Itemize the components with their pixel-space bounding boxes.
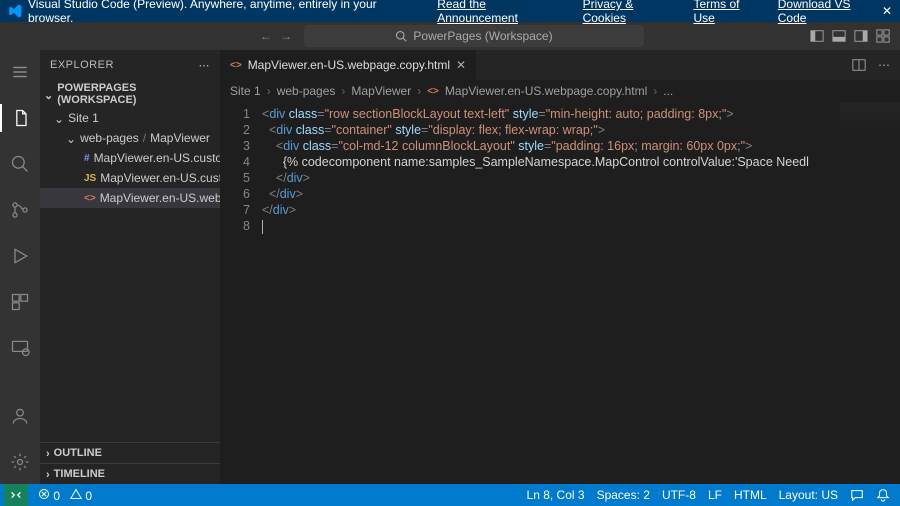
- workspace-section-header[interactable]: ⌄ POWERPAGES (WORKSPACE): [40, 80, 220, 108]
- bell-icon[interactable]: [876, 488, 890, 502]
- nav-forward-icon[interactable]: →: [280, 29, 292, 43]
- banner-message: Visual Studio Code (Preview). Anywhere, …: [28, 0, 423, 25]
- tree-folder-webpages[interactable]: ⌄ web-pages/MapViewer: [40, 128, 220, 148]
- tab-filename: MapViewer.en-US.webpage.copy.html: [248, 58, 450, 72]
- chevron-right-icon: ›: [46, 469, 50, 481]
- editor-area: <> MapViewer.en-US.webpage.copy.html ✕ ⋯…: [220, 50, 900, 484]
- feedback-icon[interactable]: [850, 488, 864, 502]
- status-spaces[interactable]: Spaces: 2: [597, 488, 650, 502]
- file-tree: ⌄ Site 1 ⌄ web-pages/MapViewer # MapView…: [40, 108, 220, 442]
- vscode-logo-icon: [8, 4, 22, 18]
- menu-icon[interactable]: [0, 58, 40, 86]
- status-eol[interactable]: LF: [708, 488, 722, 502]
- outline-section-header[interactable]: › OUTLINE: [40, 442, 220, 463]
- search-activity-icon[interactable]: [0, 150, 40, 178]
- split-editor-icon[interactable]: [852, 58, 866, 72]
- status-layout[interactable]: Layout: US: [779, 488, 838, 502]
- remote-indicator-icon[interactable]: [4, 484, 28, 506]
- tab-close-icon[interactable]: ✕: [456, 58, 466, 72]
- timeline-section-header[interactable]: › TIMELINE: [40, 463, 220, 484]
- tab-bar: <> MapViewer.en-US.webpage.copy.html ✕ ⋯: [220, 50, 900, 80]
- customize-layout-icon[interactable]: [876, 29, 890, 43]
- code-content[interactable]: <div class="row sectionBlockLayout text-…: [258, 102, 809, 484]
- chevron-down-icon: ⌄: [54, 112, 64, 126]
- banner-link-privacy[interactable]: Privacy & Cookies: [583, 0, 680, 25]
- tree-folder-site[interactable]: ⌄ Site 1: [40, 108, 220, 128]
- status-language[interactable]: HTML: [734, 488, 767, 502]
- html-file-icon: <>: [230, 60, 242, 71]
- banner-close-icon[interactable]: ✕: [882, 4, 892, 18]
- js-file-icon: JS: [84, 173, 96, 184]
- banner-link-announcement[interactable]: Read the Announcement: [437, 0, 568, 25]
- command-center-label: PowerPages (Workspace): [413, 29, 552, 43]
- accounts-icon[interactable]: [0, 402, 40, 430]
- html-file-icon: <>: [84, 193, 96, 204]
- chevron-down-icon: ⌄: [44, 89, 53, 102]
- status-line-col[interactable]: Ln 8, Col 3: [527, 488, 585, 502]
- search-icon: [395, 30, 407, 42]
- chevron-right-icon: ›: [46, 448, 50, 460]
- tab-more-icon[interactable]: ⋯: [878, 58, 890, 72]
- html-file-icon: <>: [427, 86, 439, 97]
- titlebar: ← → PowerPages (Workspace): [0, 22, 900, 50]
- status-errors[interactable]: 0: [38, 488, 60, 503]
- banner-link-terms[interactable]: Terms of Use: [693, 0, 763, 25]
- preview-banner: Visual Studio Code (Preview). Anywhere, …: [0, 0, 900, 22]
- sidebar-more-icon[interactable]: ⋯: [199, 59, 211, 72]
- activity-bar: [0, 50, 40, 484]
- line-number-gutter: 12345678: [220, 102, 258, 484]
- source-control-icon[interactable]: [0, 196, 40, 224]
- status-bar: 0 0 Ln 8, Col 3 Spaces: 2 UTF-8 LF HTML …: [0, 484, 900, 506]
- chevron-down-icon: ⌄: [66, 132, 76, 146]
- nav-back-icon[interactable]: ←: [260, 29, 272, 43]
- tab-active[interactable]: <> MapViewer.en-US.webpage.copy.html ✕: [220, 50, 477, 80]
- sidebar-title: EXPLORER: [50, 59, 114, 71]
- css-file-icon: #: [84, 153, 90, 164]
- breadcrumb[interactable]: Site 1› web-pages› MapViewer› <> MapView…: [220, 80, 900, 102]
- toggle-panel-icon[interactable]: [832, 29, 846, 43]
- command-center[interactable]: PowerPages (Workspace): [304, 25, 644, 47]
- remote-explorer-icon[interactable]: [0, 334, 40, 362]
- run-debug-icon[interactable]: [0, 242, 40, 270]
- minimap[interactable]: [840, 102, 900, 132]
- toggle-primary-sidebar-icon[interactable]: [810, 29, 824, 43]
- explorer-icon[interactable]: [0, 104, 40, 132]
- tree-file-customjs[interactable]: JS MapViewer.en-US.customj...: [40, 168, 220, 188]
- settings-gear-icon[interactable]: [0, 448, 40, 476]
- banner-link-download[interactable]: Download VS Code: [778, 0, 882, 25]
- status-encoding[interactable]: UTF-8: [662, 488, 696, 502]
- toggle-secondary-sidebar-icon[interactable]: [854, 29, 868, 43]
- tree-file-webpage[interactable]: <> MapViewer.en-US.webpag...: [40, 188, 220, 208]
- status-warnings[interactable]: 0: [70, 488, 92, 503]
- code-editor[interactable]: 12345678 <div class="row sectionBlockLay…: [220, 102, 900, 484]
- explorer-sidebar: EXPLORER ⋯ ⌄ POWERPAGES (WORKSPACE) ⌄ Si…: [40, 50, 220, 484]
- extensions-icon[interactable]: [0, 288, 40, 316]
- tree-file-customcss[interactable]: # MapViewer.en-US.customc...: [40, 148, 220, 168]
